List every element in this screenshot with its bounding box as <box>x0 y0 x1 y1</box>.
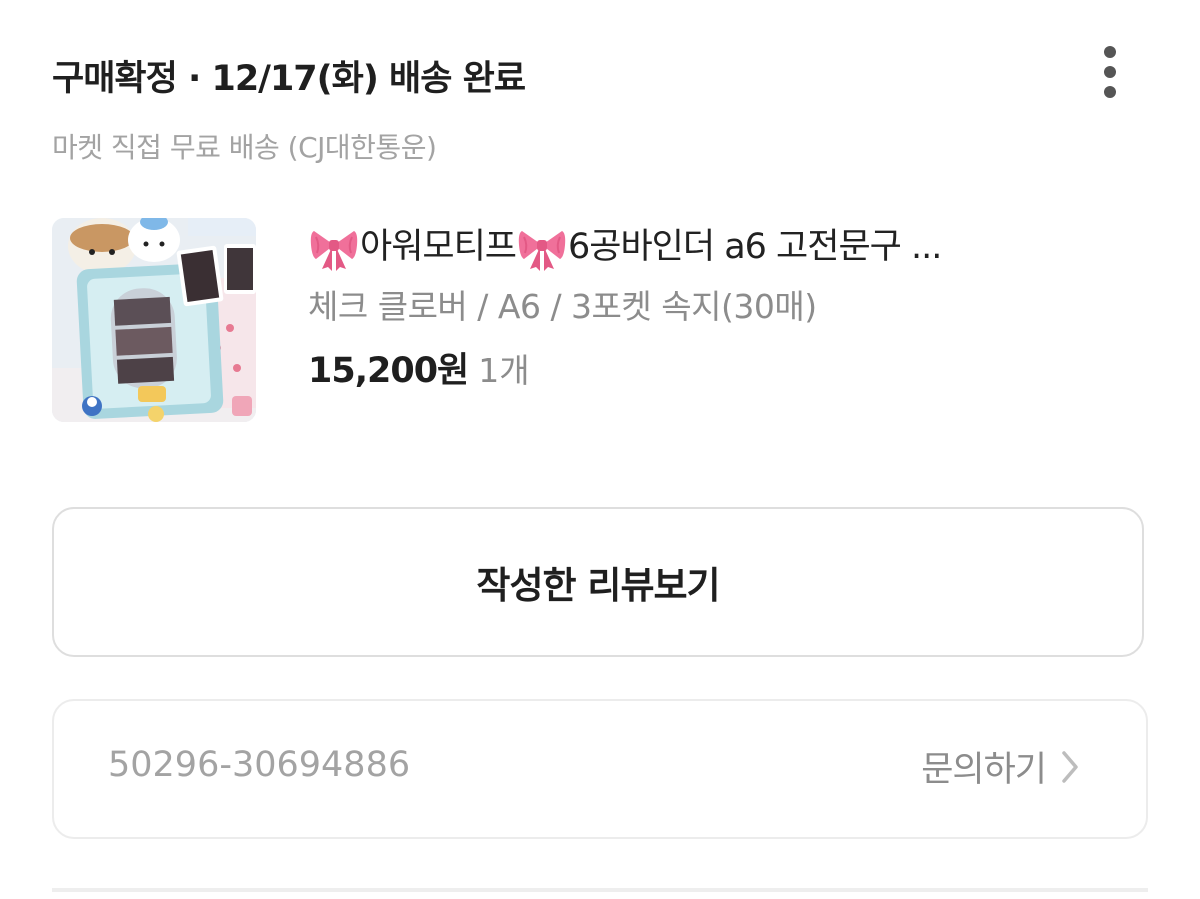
product-item[interactable]: 아워모티프 6공바인더 a6 고전문구 ... 체크 클로버 / A6 / 3포… <box>52 218 1148 424</box>
product-price: 15,200원 <box>308 351 469 391</box>
shipping-info: 마켓 직접 무료 배송 (CJ대한통운) <box>52 131 437 164</box>
order-detail-page: 구매확정 · 12/17(화) 배송 완료 마켓 직접 무료 배송 (CJ대한통… <box>0 0 1200 899</box>
order-number: 50296-30694886 <box>108 745 411 785</box>
more-options-button[interactable] <box>1088 44 1132 100</box>
product-photo <box>52 218 256 422</box>
product-info[interactable]: 아워모티프 6공바인더 a6 고전문구 ... 체크 클로버 / A6 / 3포… <box>308 218 1148 396</box>
order-status-row: 구매확정 · 12/17(화) 배송 완료 <box>52 44 1148 104</box>
more-vertical-icon-dot <box>1104 86 1116 98</box>
view-review-button[interactable]: 작성한 리뷰보기 <box>52 507 1144 657</box>
product-thumbnail[interactable] <box>52 218 256 422</box>
order-status-title: 구매확정 · 12/17(화) 배송 완료 <box>52 59 526 99</box>
price-row: 15,200원 1개 <box>308 346 1148 396</box>
more-vertical-icon <box>1104 46 1116 58</box>
ribbon-icon <box>310 231 358 271</box>
more-vertical-icon-dot <box>1104 66 1116 78</box>
product-name-part1: 아워모티프 <box>360 227 517 267</box>
section-divider <box>52 888 1148 892</box>
product-name: 아워모티프 6공바인더 a6 고전문구 ... <box>308 218 1148 276</box>
order-info-box: 50296-30694886 문의하기 <box>52 699 1148 839</box>
chevron-right-icon <box>1062 750 1078 783</box>
product-name-part2: 6공바인더 a6 고전문구 ... <box>568 227 942 267</box>
product-quantity: 1개 <box>478 351 530 390</box>
inquiry-link[interactable]: 문의하기 <box>921 741 1080 792</box>
product-option: 체크 클로버 / A6 / 3포켓 속지(30매) <box>308 287 817 326</box>
inquiry-label: 문의하기 <box>921 750 1047 790</box>
ribbon-icon <box>518 231 566 271</box>
